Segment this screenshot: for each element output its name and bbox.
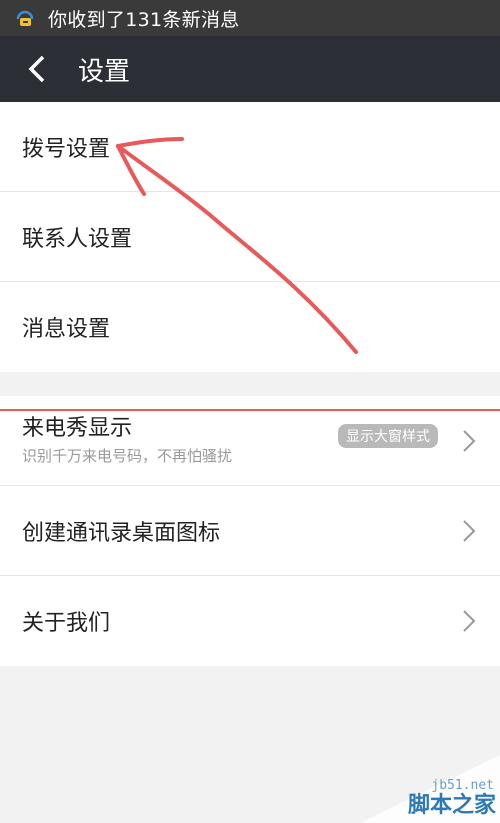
caller-show-label: 来电秀显示 xyxy=(22,416,133,441)
settings-group-other: 来电秀显示 识别千万来电号码，不再怕骚扰 显示大窗样式 创建通讯录桌面图标 关于… xyxy=(0,396,500,666)
notification-text: 你收到了131条新消息 xyxy=(48,8,240,31)
chevron-right-icon xyxy=(463,429,476,452)
display-style-badge: 显示大窗样式 xyxy=(338,424,438,448)
chevron-right-icon xyxy=(463,610,476,632)
message-settings-label: 消息设置 xyxy=(22,317,111,342)
contact-settings-item[interactable]: 联系人设置 xyxy=(0,192,500,282)
dial-settings-item[interactable]: 拨号设置 xyxy=(0,102,500,192)
caller-show-subtitle: 识别千万来电号码，不再怕骚扰 xyxy=(22,447,233,465)
chevron-right-icon xyxy=(463,519,476,542)
page-title: 设置 xyxy=(78,56,131,87)
title-bar: 设置 xyxy=(0,36,500,102)
contact-settings-label: 联系人设置 xyxy=(22,226,133,252)
dial-settings-label: 拨号设置 xyxy=(22,136,111,162)
about-us-label: 关于我们 xyxy=(22,611,111,636)
back-button[interactable] xyxy=(12,36,62,102)
message-settings-item[interactable]: 消息设置 xyxy=(0,282,500,372)
about-us-item[interactable]: 关于我们 xyxy=(0,576,500,666)
notification-app-icon xyxy=(16,10,34,26)
status-bar: 你收到了131条新消息 xyxy=(0,0,500,36)
annotation-red-line xyxy=(0,409,500,411)
watermark-logo-text: 脚本之家 xyxy=(407,793,496,818)
create-shortcut-item[interactable]: 创建通讯录桌面图标 xyxy=(0,486,500,576)
settings-group-basic: 拨号设置 联系人设置 消息设置 xyxy=(0,102,500,372)
back-arrow-icon xyxy=(28,55,45,83)
caller-show-text: 来电秀显示 识别千万来电号码，不再怕骚扰 xyxy=(22,415,232,466)
create-shortcut-label: 创建通讯录桌面图标 xyxy=(22,520,221,546)
